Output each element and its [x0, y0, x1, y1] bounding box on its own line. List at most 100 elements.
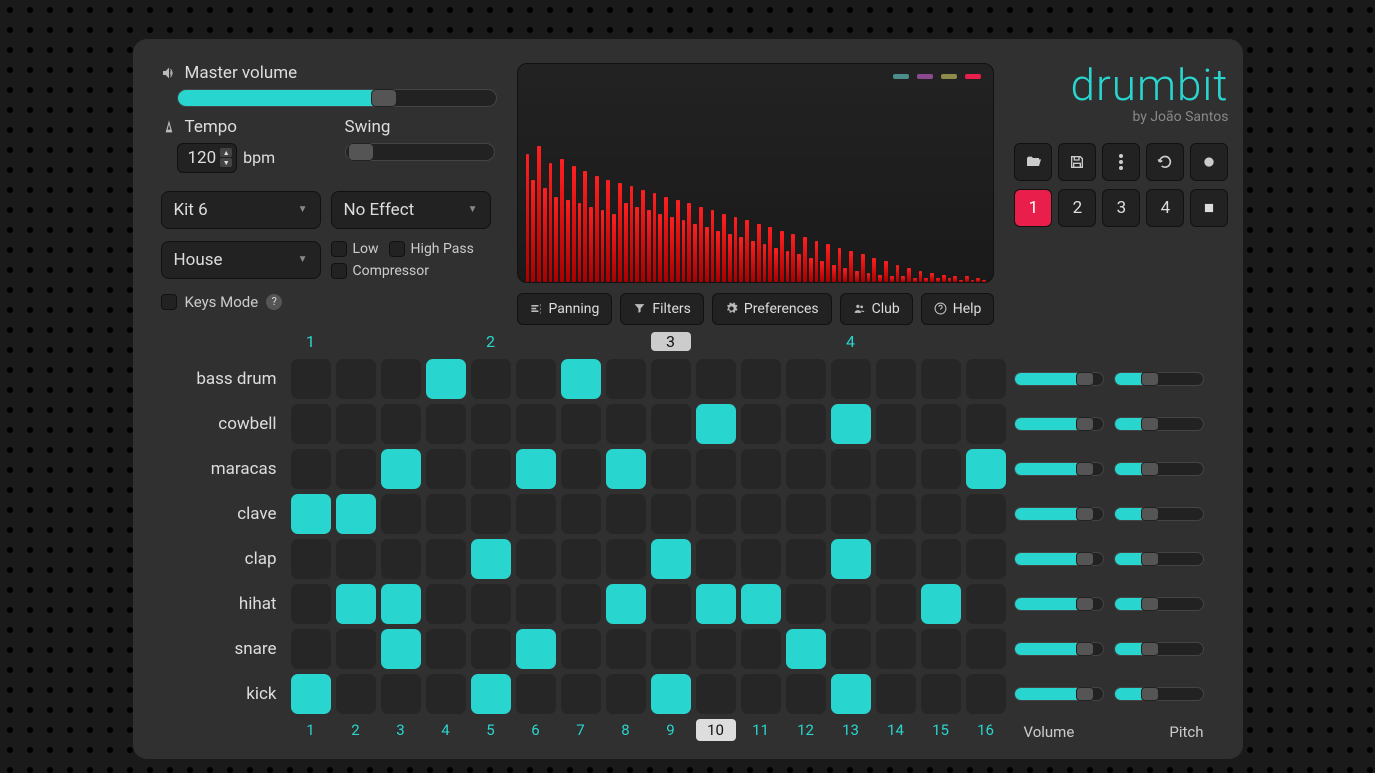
filters-tab[interactable]: Filters — [620, 293, 704, 325]
step-cell[interactable] — [696, 539, 736, 579]
step-cell[interactable] — [336, 584, 376, 624]
step-cell[interactable] — [921, 539, 961, 579]
step-cell[interactable] — [696, 494, 736, 534]
step-cell[interactable] — [426, 539, 466, 579]
more-button[interactable] — [1102, 143, 1140, 181]
step-cell[interactable] — [831, 494, 871, 534]
step-cell[interactable] — [876, 404, 916, 444]
step-cell[interactable] — [336, 404, 376, 444]
step-cell[interactable] — [471, 584, 511, 624]
step-cell[interactable] — [471, 494, 511, 534]
step-cell[interactable] — [381, 539, 421, 579]
step-cell[interactable] — [426, 449, 466, 489]
step-cell[interactable] — [291, 359, 331, 399]
track-pitch-slider[interactable] — [1114, 552, 1204, 566]
step-cell[interactable] — [831, 359, 871, 399]
step-cell[interactable] — [516, 674, 556, 714]
step-cell[interactable] — [966, 494, 1006, 534]
step-cell[interactable] — [381, 674, 421, 714]
step-cell[interactable] — [741, 629, 781, 669]
step-cell[interactable] — [831, 404, 871, 444]
step-cell[interactable] — [516, 539, 556, 579]
step-cell[interactable] — [606, 539, 646, 579]
tempo-input[interactable]: 120 ▲ ▼ — [177, 143, 238, 173]
step-cell[interactable] — [291, 674, 331, 714]
step-cell[interactable] — [516, 584, 556, 624]
track-vol-slider[interactable] — [1014, 372, 1104, 386]
step-cell[interactable] — [786, 629, 826, 669]
low-checkbox[interactable] — [331, 241, 347, 257]
step-cell[interactable] — [606, 494, 646, 534]
step-cell[interactable] — [336, 539, 376, 579]
step-cell[interactable] — [696, 404, 736, 444]
compressor-checkbox[interactable] — [331, 263, 347, 279]
step-cell[interactable] — [786, 359, 826, 399]
step-cell[interactable] — [741, 584, 781, 624]
step-cell[interactable] — [651, 404, 691, 444]
step-cell[interactable] — [921, 404, 961, 444]
step-cell[interactable] — [831, 674, 871, 714]
step-cell[interactable] — [966, 584, 1006, 624]
step-cell[interactable] — [651, 494, 691, 534]
step-cell[interactable] — [561, 539, 601, 579]
tempo-up-button[interactable]: ▲ — [220, 148, 232, 157]
step-cell[interactable] — [561, 359, 601, 399]
step-cell[interactable] — [831, 539, 871, 579]
step-cell[interactable] — [471, 539, 511, 579]
step-cell[interactable] — [606, 404, 646, 444]
track-vol-slider[interactable] — [1014, 417, 1104, 431]
step-cell[interactable] — [876, 539, 916, 579]
step-cell[interactable] — [516, 494, 556, 534]
step-cell[interactable] — [336, 449, 376, 489]
step-cell[interactable] — [786, 404, 826, 444]
help-icon[interactable]: ? — [266, 294, 282, 310]
track-pitch-slider[interactable] — [1114, 642, 1204, 656]
step-cell[interactable] — [336, 359, 376, 399]
step-cell[interactable] — [561, 629, 601, 669]
track-pitch-slider[interactable] — [1114, 372, 1204, 386]
step-cell[interactable] — [516, 359, 556, 399]
keys-mode-checkbox[interactable] — [161, 294, 177, 310]
step-cell[interactable] — [516, 629, 556, 669]
step-cell[interactable] — [561, 404, 601, 444]
step-cell[interactable] — [291, 404, 331, 444]
step-cell[interactable] — [741, 359, 781, 399]
step-cell[interactable] — [471, 404, 511, 444]
track-pitch-slider[interactable] — [1114, 417, 1204, 431]
step-cell[interactable] — [966, 539, 1006, 579]
step-cell[interactable] — [516, 404, 556, 444]
help-tab[interactable]: Help — [921, 293, 995, 325]
step-cell[interactable] — [876, 359, 916, 399]
step-cell[interactable] — [471, 674, 511, 714]
track-pitch-slider[interactable] — [1114, 462, 1204, 476]
step-cell[interactable] — [426, 404, 466, 444]
step-cell[interactable] — [426, 629, 466, 669]
step-cell[interactable] — [291, 449, 331, 489]
effect-select[interactable]: No Effect▼ — [331, 191, 491, 229]
track-vol-slider[interactable] — [1014, 642, 1104, 656]
step-cell[interactable] — [786, 584, 826, 624]
step-cell[interactable] — [921, 359, 961, 399]
step-cell[interactable] — [741, 539, 781, 579]
pattern-2-button[interactable]: 2 — [1058, 189, 1096, 227]
step-cell[interactable] — [831, 449, 871, 489]
step-cell[interactable] — [651, 584, 691, 624]
step-cell[interactable] — [606, 449, 646, 489]
track-pitch-slider[interactable] — [1114, 687, 1204, 701]
step-cell[interactable] — [381, 449, 421, 489]
step-cell[interactable] — [291, 539, 331, 579]
step-cell[interactable] — [336, 494, 376, 534]
track-vol-slider[interactable] — [1014, 687, 1104, 701]
record-button[interactable] — [1190, 143, 1228, 181]
step-cell[interactable] — [786, 494, 826, 534]
step-cell[interactable] — [381, 584, 421, 624]
step-cell[interactable] — [831, 629, 871, 669]
track-pitch-slider[interactable] — [1114, 507, 1204, 521]
step-cell[interactable] — [876, 494, 916, 534]
step-cell[interactable] — [291, 629, 331, 669]
step-cell[interactable] — [471, 359, 511, 399]
step-cell[interactable] — [606, 674, 646, 714]
pattern-1-button[interactable]: 1 — [1014, 189, 1052, 227]
step-cell[interactable] — [921, 449, 961, 489]
step-cell[interactable] — [876, 584, 916, 624]
